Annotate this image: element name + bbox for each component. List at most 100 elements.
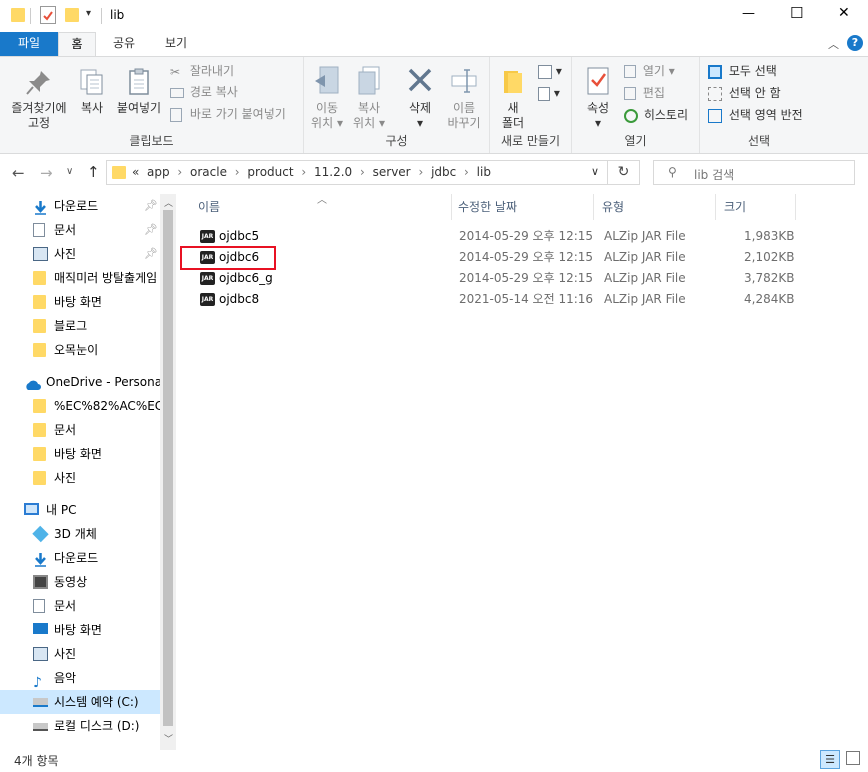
easy-access-button[interactable]: ▾ [538,83,560,103]
sidebar-item-label: %EC%82%AC%EC% [54,399,160,413]
sidebar-item[interactable]: 문서 [0,594,160,618]
close-button[interactable]: ✕ [838,5,850,21]
sidebar-item[interactable]: 사진 [0,642,160,666]
breadcrumb-item[interactable]: lib [477,165,491,179]
help-icon[interactable]: ? [847,35,863,51]
copy-button[interactable]: 복사 [74,67,110,116]
cut-button[interactable]: ✂ 잘라내기 [170,61,234,81]
copy-to-button[interactable]: 복사 위치 ▾ [350,65,388,131]
document-icon [33,599,45,613]
refresh-button[interactable]: ↻ [608,160,640,185]
sidebar-item[interactable]: 시스템 예약 (C:) [0,690,160,714]
scroll-up-icon[interactable]: ︿ [164,196,173,209]
sidebar-item[interactable]: 3D 개체 [0,522,160,546]
scroll-thumb[interactable] [163,210,173,726]
sidebar-item[interactable]: 다운로드 📌︎ [0,194,160,218]
breadcrumb-item[interactable]: jdbc [431,165,456,179]
file-row[interactable]: JAR ojdbc8 2021-05-14 오전 11:16 ALZip JAR Fi… [176,289,816,310]
pin-to-quick-access-button[interactable]: 즐겨찾기에 고정 [4,67,74,131]
breadcrumb-separator-icon[interactable]: › [231,165,243,179]
breadcrumb-separator-icon[interactable]: › [174,165,186,179]
edit-button[interactable]: 편집 [624,83,665,103]
large-icons-view-icon[interactable] [846,751,860,765]
sidebar-item[interactable]: 사진 📌︎ [0,242,160,266]
history-button[interactable]: 히스토리 [624,105,688,125]
properties-button[interactable]: 속성 ▾ [578,65,618,131]
quick-access-dropdown-icon[interactable]: ▾ [86,8,91,19]
move-to-button[interactable]: 이동 위치 ▾ [308,65,346,131]
maximize-button[interactable]: ☐ [790,4,803,22]
address-bar[interactable]: « app › oracle › product › 11.2.0 › serv… [106,160,608,185]
rename-button[interactable]: 이름 바꾸기 [442,65,486,131]
ribbon-collapse-icon[interactable]: ︿ [828,36,839,52]
sidebar-item[interactable]: 내 PC [0,498,160,522]
sidebar-item[interactable]: 바탕 화면 [0,442,160,466]
sidebar-item[interactable]: ♪ 음악 [0,666,160,690]
new-folder-button[interactable]: 새 폴더 [496,65,530,131]
ribbon-tab-bar: 파일 홈 공유 보기 ︿ ? [0,32,868,56]
nav-scrollbar[interactable]: ︿ ﹀ [160,194,176,750]
new-folder-quick-icon[interactable] [65,8,79,22]
file-row[interactable]: JAR ojdbc6_g 2014-05-29 오후 12:15 ALZip JAR … [176,268,816,289]
breadcrumb-item[interactable]: product [247,165,293,179]
sidebar-item[interactable]: 사진 [0,466,160,490]
tab-view[interactable]: 보기 [156,32,196,56]
window-title: lib [110,8,125,22]
address-dropdown-icon[interactable]: ∨ [591,165,599,178]
select-all-button[interactable]: 모두 선택 [708,61,777,81]
sidebar-item[interactable]: %EC%82%AC%EC% [0,394,160,418]
sidebar-item[interactable]: 다운로드 [0,546,160,570]
column-header-name[interactable]: 이름 [186,194,452,220]
details-view-icon[interactable]: ☰ [820,750,840,769]
paste-shortcut-label: 바로 가기 붙여넣기 [189,107,286,121]
breadcrumb-separator-icon[interactable]: › [460,165,472,179]
breadcrumb-item[interactable]: 11.2.0 [314,165,352,179]
copy-path-button[interactable]: 경로 복사 [170,82,238,102]
folder-icon [33,423,46,437]
sidebar-item[interactable]: 바탕 화면 [0,290,160,314]
recent-locations-button[interactable]: ∨ [66,166,73,177]
file-type: ALZip JAR File [604,229,686,243]
sidebar-item[interactable]: 바탕 화면 [0,618,160,642]
file-row[interactable]: JAR ojdbc5 2014-05-29 오후 12:15 ALZip JAR Fi… [176,226,816,247]
breadcrumb-item[interactable]: oracle [190,165,227,179]
sidebar-item[interactable]: 오목눈이 [0,338,160,362]
back-button[interactable]: ← [12,164,25,182]
tab-file[interactable]: 파일 [0,32,58,56]
column-header-modified[interactable]: 수정한 날짜 [452,194,594,220]
breadcrumb-separator-icon[interactable]: › [298,165,310,179]
sidebar-item[interactable]: 문서 [0,418,160,442]
select-none-button[interactable]: 선택 안 함 [708,83,781,103]
delete-button[interactable]: 삭제 ▾ [402,65,438,131]
minimize-button[interactable]: — [742,6,755,21]
history-label: 히스토리 [643,108,688,122]
sidebar-item[interactable]: 문서 📌︎ [0,218,160,242]
properties-quick-icon[interactable] [40,6,56,24]
sidebar-item[interactable]: OneDrive - Personal [0,370,160,394]
delete-label: 삭제 [408,101,432,115]
sidebar-item[interactable]: 블로그 [0,314,160,338]
tab-home[interactable]: 홈 [58,32,96,56]
search-box[interactable]: ⚲ lib 검색 [653,160,855,185]
column-header-type[interactable]: 유형 [594,194,716,220]
folder-icon [33,471,46,485]
sidebar-item[interactable]: 로컬 디스크 (D:) [0,714,160,738]
scroll-down-icon[interactable]: ﹀ [164,732,173,745]
new-item-button[interactable]: ▾ [538,61,562,81]
column-header-size[interactable]: 크기 [716,194,796,220]
forward-button[interactable]: → [40,164,53,182]
invert-selection-button[interactable]: 선택 영역 반전 [708,105,803,125]
sidebar-item[interactable]: 매직미러 방탈출게임 [0,266,160,290]
breadcrumb-item[interactable]: app [147,165,170,179]
paste-button[interactable]: 붙여넣기 [112,67,166,116]
breadcrumb-separator-icon[interactable]: › [356,165,368,179]
address-overflow[interactable]: « [132,165,139,179]
breadcrumb-separator-icon[interactable]: › [415,165,427,179]
sidebar-item-label: 음악 [54,671,77,685]
paste-shortcut-button[interactable]: 바로 가기 붙여넣기 [170,104,286,124]
up-button[interactable]: ↑ [87,163,100,181]
breadcrumb-item[interactable]: server [373,165,411,179]
tab-share[interactable]: 공유 [104,32,144,56]
open-button[interactable]: 열기 ▾ [624,61,675,81]
sidebar-item[interactable]: 동영상 [0,570,160,594]
